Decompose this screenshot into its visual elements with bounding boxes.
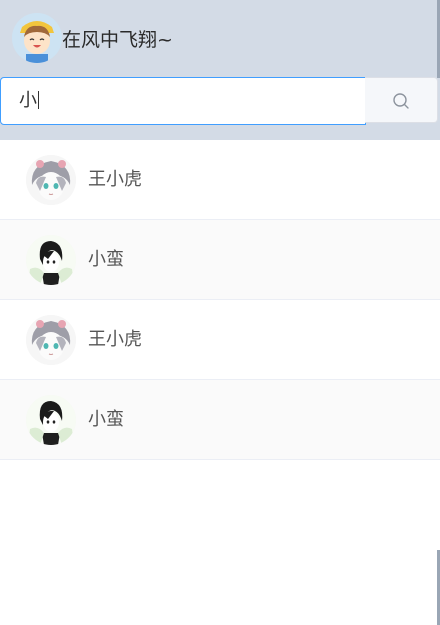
contact-row[interactable]: 王小虎 — [0, 140, 440, 220]
search-button[interactable] — [365, 77, 438, 123]
user-name: 在风中飞翔~ — [62, 29, 173, 51]
contact-name: 王小虎 — [88, 169, 142, 190]
contact-name: 王小虎 — [88, 329, 142, 350]
contact-row[interactable]: 小蛮 — [0, 220, 440, 300]
search-input-value: 小 — [19, 90, 39, 111]
contact-avatar-grey-hair-icon — [26, 315, 76, 365]
contact-avatar-black-hair-icon — [26, 235, 76, 285]
search-icon — [393, 93, 409, 109]
search-input[interactable]: 小 — [0, 77, 366, 125]
contact-avatar-black-hair-icon — [26, 395, 76, 445]
text-caret — [38, 91, 39, 109]
header-bar: 在风中飞翔~ — [0, 0, 440, 78]
user-avatar-icon[interactable] — [12, 13, 62, 63]
contact-row[interactable]: 王小虎 — [0, 300, 440, 380]
contact-row[interactable]: 小蛮 — [0, 380, 440, 460]
contact-name: 小蛮 — [88, 249, 124, 270]
contact-list: 王小虎 小蛮 王小虎 小蛮 — [0, 140, 440, 460]
contact-avatar-grey-hair-icon — [26, 155, 76, 205]
contact-name: 小蛮 — [88, 409, 124, 430]
